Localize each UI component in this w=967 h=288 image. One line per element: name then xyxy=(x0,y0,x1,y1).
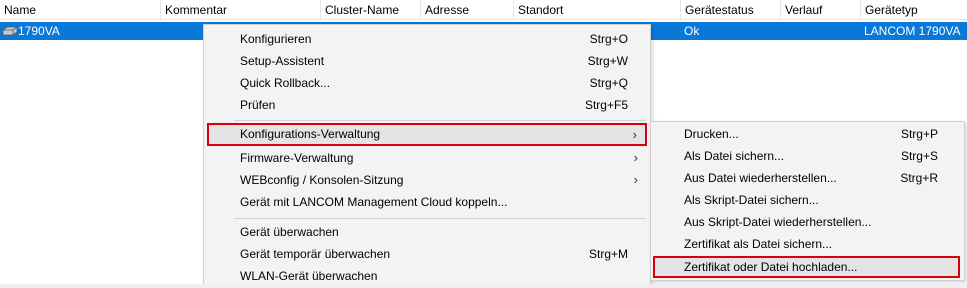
menu-item-label: Als Datei sichern... xyxy=(684,149,785,163)
menu-item-geraet-temporaer-ueberwachen[interactable]: Gerät temporär überwachen Strg+M xyxy=(204,243,652,265)
menu-separator xyxy=(234,120,646,121)
submenu-item-drucken[interactable]: Drucken... Strg+P xyxy=(651,123,966,145)
menu-item-label: Konfigurieren xyxy=(240,32,312,46)
menu-item-label: Aus Datei wiederherstellen... xyxy=(684,171,837,185)
chevron-right-icon: › xyxy=(632,127,637,142)
column-header-verlauf[interactable]: Verlauf xyxy=(780,0,860,20)
column-header-standort[interactable]: Standort xyxy=(513,0,680,20)
menu-item-label: Prüfen xyxy=(240,98,276,112)
menu-item-cloud-koppeln[interactable]: Gerät mit LANCOM Management Cloud koppel… xyxy=(204,191,652,213)
menu-item-shortcut: Strg+O xyxy=(589,32,628,46)
column-header: Name ^ Kommentar Cluster-Name Adresse St… xyxy=(0,0,967,20)
column-header-geraetestatus[interactable]: Gerätestatus xyxy=(680,0,780,20)
menu-item-label: Firmware-Verwaltung xyxy=(240,151,354,165)
menu-item-setup-assistent[interactable]: Setup-Assistent Strg+W xyxy=(204,50,652,72)
device-type: LANCOM 1790VA xyxy=(864,24,961,38)
menu-item-label: Gerät mit LANCOM Management Cloud koppel… xyxy=(240,195,508,209)
menu-item-shortcut: Strg+S xyxy=(900,149,938,163)
column-header-name[interactable]: Name xyxy=(0,0,160,20)
router-icon xyxy=(2,26,18,36)
submenu-item-aus-skript-datei-wiederherstellen[interactable]: Aus Skript-Datei wiederherstellen... xyxy=(651,211,966,233)
menu-item-shortcut: Strg+W xyxy=(587,54,628,68)
menu-item-shortcut: Strg+R xyxy=(900,171,938,185)
menu-item-label: Zertifikat als Datei sichern... xyxy=(684,237,833,251)
device-name: 1790VA xyxy=(18,24,60,38)
menu-item-label: Gerät temporär überwachen xyxy=(240,247,391,261)
column-header-geraetetyp[interactable]: Gerätetyp xyxy=(860,0,967,20)
submenu-konfigurations-verwaltung: Drucken... Strg+P Als Datei sichern... S… xyxy=(650,121,965,281)
menu-item-label: Gerät überwachen xyxy=(240,225,339,239)
menu-item-quick-rollback[interactable]: Quick Rollback... Strg+Q xyxy=(204,72,652,94)
sort-caret-icon: ^ xyxy=(76,0,80,5)
menu-item-firmware-verwaltung[interactable]: Firmware-Verwaltung › xyxy=(204,147,652,169)
menu-item-label: Aus Skript-Datei wiederherstellen... xyxy=(684,215,872,229)
column-header-adresse[interactable]: Adresse xyxy=(420,0,513,20)
submenu-item-aus-datei-wiederherstellen[interactable]: Aus Datei wiederherstellen... Strg+R xyxy=(651,167,966,189)
menu-item-label: WEBconfig / Konsolen-Sitzung xyxy=(240,173,404,187)
menu-item-label: Setup-Assistent xyxy=(240,54,325,68)
submenu-item-zertifikat-als-datei-sichern[interactable]: Zertifikat als Datei sichern... xyxy=(651,233,966,255)
menu-item-shortcut: Strg+P xyxy=(900,127,938,141)
column-header-kommentar[interactable]: Kommentar xyxy=(160,0,320,20)
bottom-edge xyxy=(0,284,967,288)
device-status: Ok xyxy=(684,24,700,38)
menu-item-label: Quick Rollback... xyxy=(240,76,331,90)
submenu-item-als-datei-sichern[interactable]: Als Datei sichern... Strg+S xyxy=(651,145,966,167)
menu-item-konfigurations-verwaltung[interactable]: Konfigurations-Verwaltung › xyxy=(207,123,647,146)
menu-item-shortcut: Strg+M xyxy=(588,247,628,261)
submenu-item-zertifikat-hochladen[interactable]: Zertifikat oder Datei hochladen... xyxy=(653,256,960,278)
menu-item-konfigurieren[interactable]: Konfigurieren Strg+O xyxy=(204,28,652,50)
chevron-right-icon: › xyxy=(633,172,638,187)
menu-item-pruefen[interactable]: Prüfen Strg+F5 xyxy=(204,94,652,116)
menu-item-geraet-ueberwachen[interactable]: Gerät überwachen xyxy=(204,221,652,243)
menu-item-label: Zertifikat oder Datei hochladen... xyxy=(684,260,858,274)
chevron-right-icon: › xyxy=(633,150,638,165)
context-menu: Konfigurieren Strg+O Setup-Assistent Str… xyxy=(203,24,651,288)
menu-item-label: Drucken... xyxy=(684,127,739,141)
menu-item-shortcut: Strg+Q xyxy=(589,76,628,90)
menu-item-webconfig-konsole[interactable]: WEBconfig / Konsolen-Sitzung › xyxy=(204,169,652,191)
submenu-item-als-skript-datei-sichern[interactable]: Als Skript-Datei sichern... xyxy=(651,189,966,211)
menu-item-label: Konfigurations-Verwaltung xyxy=(240,127,381,141)
menu-item-shortcut: Strg+F5 xyxy=(584,98,628,112)
menu-item-label: Als Skript-Datei sichern... xyxy=(684,193,819,207)
menu-separator xyxy=(234,218,646,219)
column-header-cluster-name[interactable]: Cluster-Name xyxy=(320,0,420,20)
